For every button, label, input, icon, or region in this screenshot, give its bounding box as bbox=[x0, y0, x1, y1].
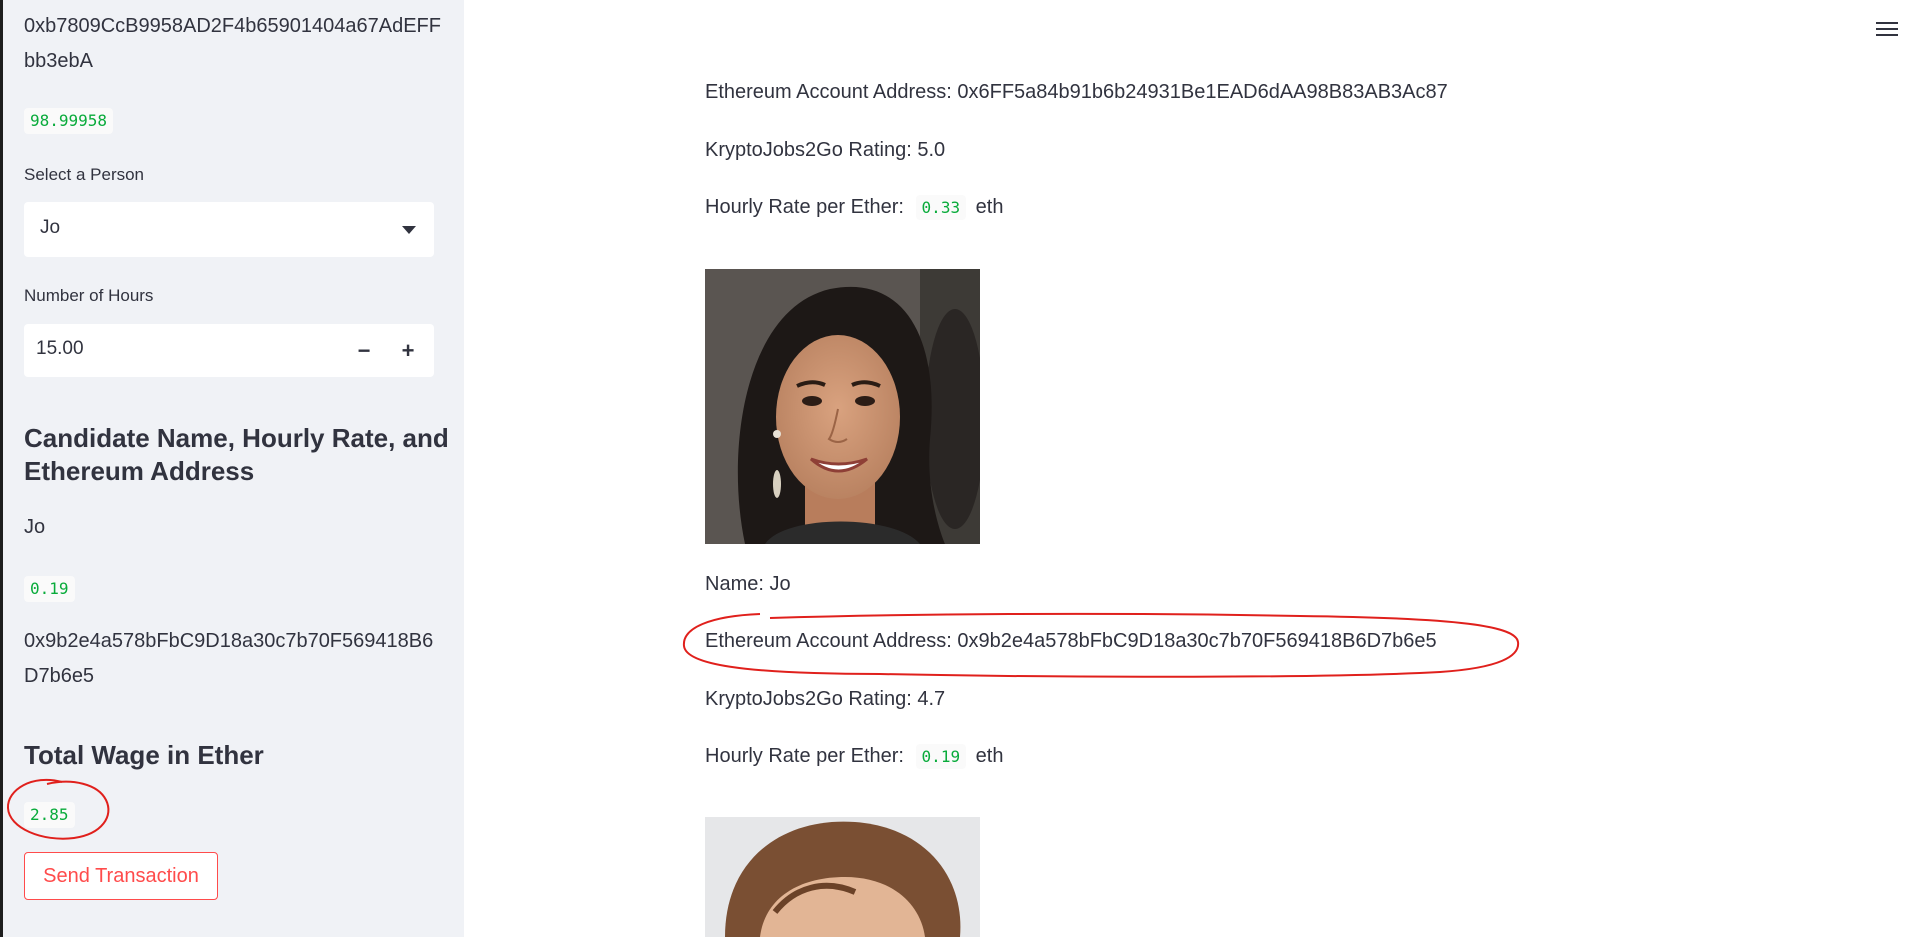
candidate-name-label: Name: Jo bbox=[705, 573, 791, 595]
select-person-dropdown[interactable]: Jo bbox=[24, 202, 434, 257]
select-person-label: Select a Person bbox=[24, 165, 145, 184]
hourly-rate-unit: eth bbox=[975, 745, 1004, 767]
sidebar-left-edge bbox=[0, 0, 3, 937]
hourly-rate-label: Hourly Rate per Ether: bbox=[705, 196, 904, 218]
hours-number-input[interactable]: 15.00 − + bbox=[24, 324, 434, 377]
candidate-heading-line-1: Candidate Name, Hourly Rate, and bbox=[24, 423, 449, 453]
sidebar: 0xb7809CcB9958AD2F4b65901404a67AdEFF bb3… bbox=[0, 0, 464, 937]
candidate-rating-label: KryptoJobs2Go Rating: 4.7 bbox=[705, 688, 946, 710]
candidate-address-label: Ethereum Account Address: 0x9b2e4a578bFb… bbox=[705, 630, 1437, 652]
prev-candidate-address: Ethereum Account Address: 0x6FF5a84b91b6… bbox=[705, 81, 1448, 103]
hamburger-menu-icon[interactable] bbox=[1876, 22, 1898, 40]
candidate-hourly-rate: 0.19 bbox=[24, 576, 75, 602]
account-address-line-1: 0xb7809CcB9958AD2F4b65901404a67AdEFF bbox=[24, 15, 441, 37]
candidate-heading-line-2: Ethereum Address bbox=[24, 456, 255, 486]
total-wage-value: 2.85 bbox=[24, 802, 75, 828]
candidate-address-line-2: D7b6e5 bbox=[24, 665, 95, 687]
prev-candidate-hourly-rate: Hourly Rate per Ether: 0.33 eth bbox=[705, 195, 1004, 220]
prev-candidate-rating: KryptoJobs2Go Rating: 5.0 bbox=[705, 139, 946, 161]
account-balance: 98.99958 bbox=[24, 108, 114, 134]
hourly-rate-label: Hourly Rate per Ether: bbox=[705, 745, 904, 767]
hourly-rate-unit: eth bbox=[975, 196, 1004, 218]
hours-value[interactable]: 15.00 bbox=[36, 338, 84, 360]
hours-label: Number of Hours bbox=[24, 286, 154, 305]
decrement-button[interactable]: − bbox=[342, 324, 386, 377]
hourly-rate-value: 0.33 bbox=[915, 195, 967, 220]
selected-person-value: Jo bbox=[40, 217, 61, 238]
chevron-down-icon bbox=[402, 226, 416, 234]
account-address-line-2: bb3ebA bbox=[24, 50, 93, 72]
candidate-address-line-1: 0x9b2e4a578bFbC9D18a30c7b70F569418B6 bbox=[24, 630, 434, 652]
candidate-photo-next bbox=[705, 817, 980, 937]
candidate-photo-jo bbox=[705, 269, 980, 544]
increment-button[interactable]: + bbox=[386, 324, 430, 377]
candidate-hourly-rate: Hourly Rate per Ether: 0.19 eth bbox=[705, 744, 1004, 769]
hourly-rate-value: 0.19 bbox=[915, 744, 967, 769]
candidate-name: Jo bbox=[24, 516, 46, 538]
send-transaction-button[interactable]: Send Transaction bbox=[24, 852, 218, 900]
total-wage-heading: Total Wage in Ether bbox=[24, 740, 264, 770]
